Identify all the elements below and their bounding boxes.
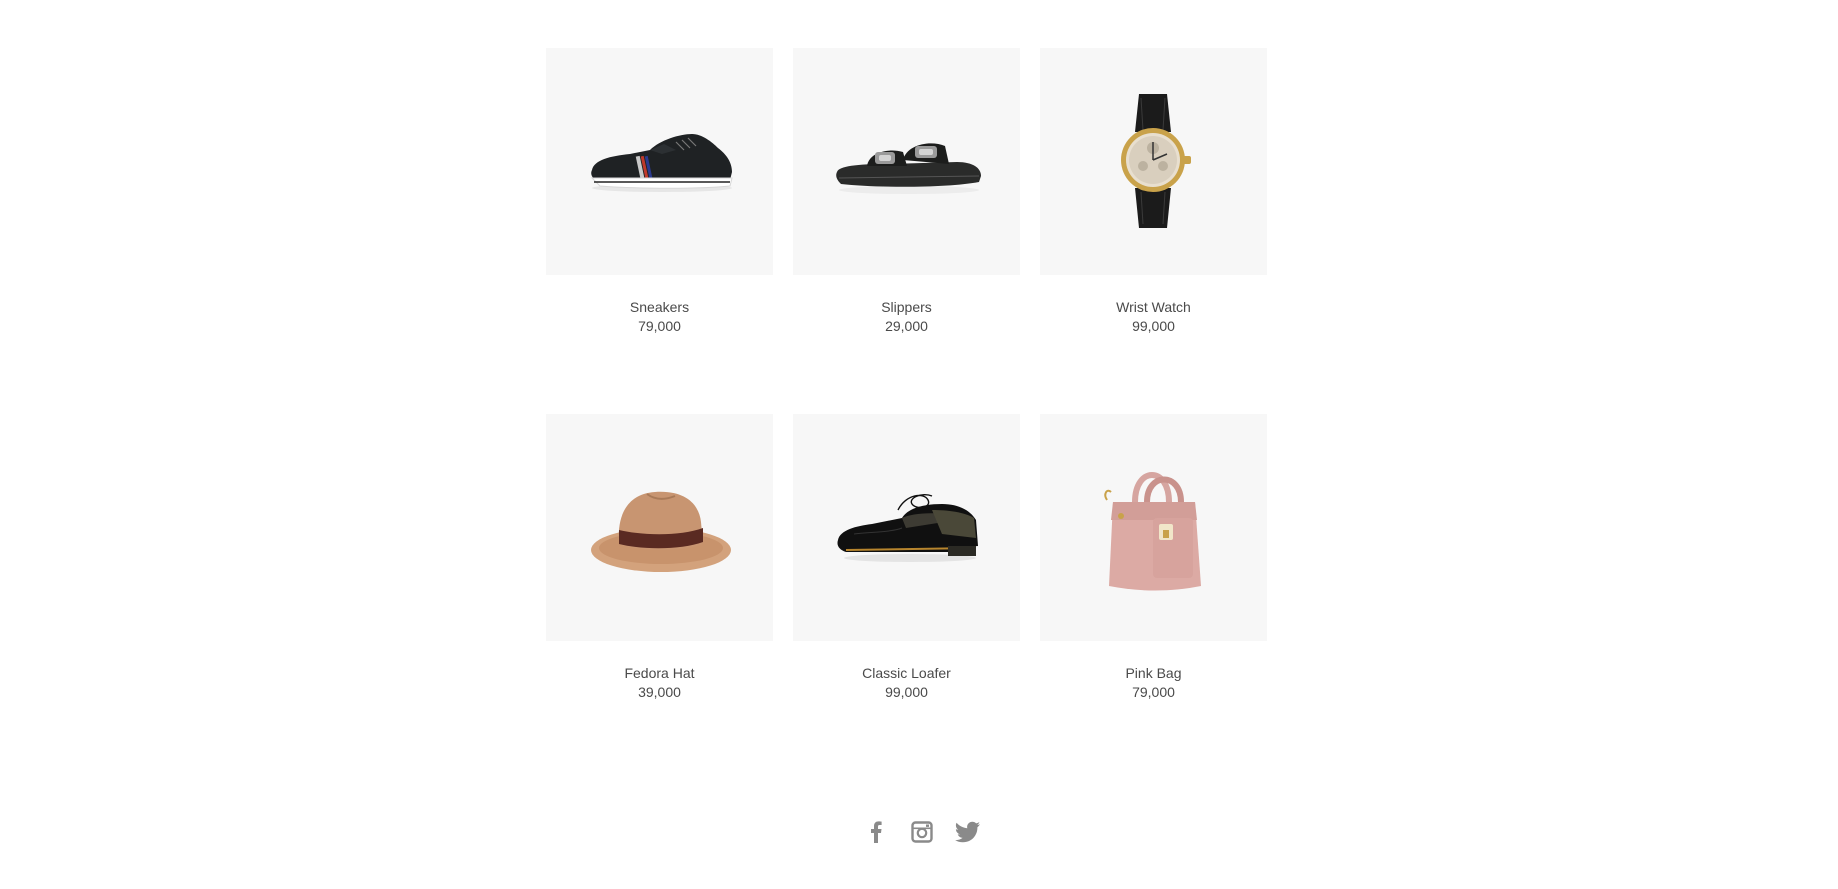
product-image-pink-bag[interactable]: [1040, 414, 1267, 641]
hat-image: [590, 491, 731, 572]
product-price: 79,000: [1132, 684, 1175, 700]
product-card-fedora-hat[interactable]: Fedora Hat 39,000: [546, 414, 773, 780]
product-image-sneakers[interactable]: [546, 48, 773, 275]
product-price: 39,000: [638, 684, 681, 700]
product-image-fedora-hat[interactable]: [546, 414, 773, 641]
instagram-link[interactable]: [908, 818, 936, 846]
product-price: 29,000: [885, 318, 928, 334]
page: Sneakers 79,000 Slippers 29,000 Wrist Wa…: [0, 0, 1838, 889]
social-links: [0, 818, 1838, 846]
product-grid: Sneakers 79,000 Slippers 29,000 Wrist Wa…: [546, 48, 1270, 780]
bag-image: [1103, 471, 1201, 590]
product-card-slippers[interactable]: Slippers 29,000: [793, 48, 1020, 414]
product-card-classic-loafer[interactable]: Classic Loafer 99,000: [793, 414, 1020, 780]
facebook-link[interactable]: [862, 818, 890, 846]
twitter-link[interactable]: [954, 818, 982, 846]
loafer-image: [836, 493, 978, 562]
slipper-image: [835, 142, 981, 194]
instagram-icon: [911, 821, 933, 843]
product-name[interactable]: Fedora Hat: [624, 664, 694, 683]
product-price: 79,000: [638, 318, 681, 334]
product-name[interactable]: Wrist Watch: [1116, 298, 1191, 317]
product-name[interactable]: Pink Bag: [1125, 664, 1181, 683]
product-image-wrist-watch[interactable]: [1040, 48, 1267, 275]
facebook-icon: [871, 821, 882, 843]
product-image-slippers[interactable]: [793, 48, 1020, 275]
product-price: 99,000: [885, 684, 928, 700]
product-name[interactable]: Slippers: [881, 298, 932, 317]
product-card-wrist-watch[interactable]: Wrist Watch 99,000: [1040, 48, 1267, 414]
product-name[interactable]: Sneakers: [630, 298, 689, 317]
sneaker-image: [590, 133, 733, 192]
product-card-sneakers[interactable]: Sneakers 79,000: [546, 48, 773, 414]
product-price: 99,000: [1132, 318, 1175, 334]
product-card-pink-bag[interactable]: Pink Bag 79,000: [1040, 414, 1267, 780]
watch-image: [1120, 93, 1191, 228]
twitter-icon: [955, 821, 980, 843]
product-name[interactable]: Classic Loafer: [862, 664, 951, 683]
product-image-classic-loafer[interactable]: [793, 414, 1020, 641]
